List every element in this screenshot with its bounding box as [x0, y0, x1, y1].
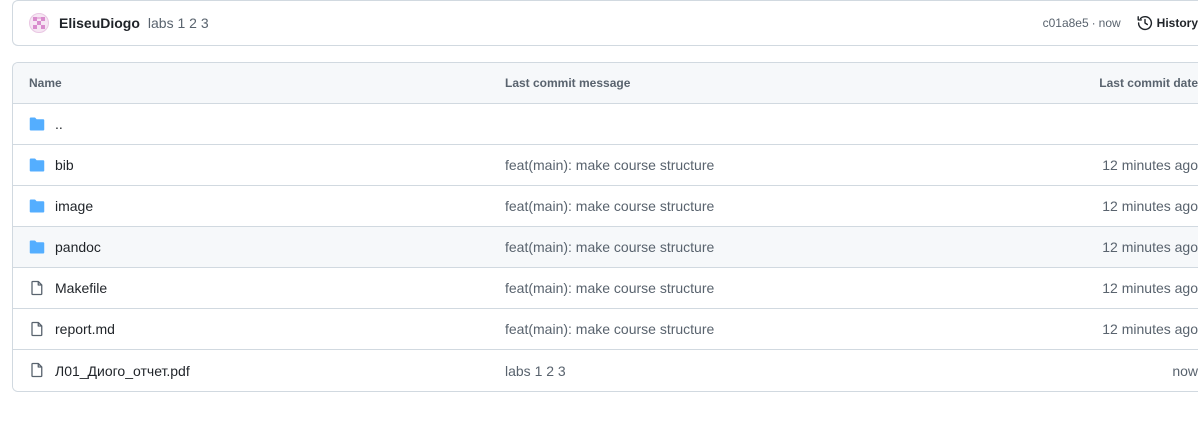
file-icon	[29, 321, 45, 337]
author-avatar[interactable]	[29, 13, 49, 33]
commit-author-link[interactable]: EliseuDiogo	[59, 15, 140, 31]
commit-meta: c01a8e5 · now History	[1043, 1, 1198, 45]
table-row[interactable]: image feat(main): make course structure 12…	[13, 186, 1198, 227]
row-commit-message-link[interactable]: feat(main): make course structure	[505, 321, 714, 337]
row-commit-message-link[interactable]: labs 1 2 3	[505, 363, 566, 379]
folder-icon	[29, 157, 45, 173]
meta-separator: ·	[1091, 16, 1096, 30]
file-name-link[interactable]: Makefile	[55, 280, 107, 296]
row-commit-date: 12 minutes ago	[1102, 239, 1198, 255]
avatar-identicon	[33, 17, 45, 29]
row-commit-message-link[interactable]: feat(main): make course structure	[505, 280, 714, 296]
file-name-link[interactable]: Л01_Диого_отчет.pdf	[55, 363, 190, 379]
table-row[interactable]: ..	[13, 104, 1198, 145]
folder-icon	[29, 239, 45, 255]
latest-commit-bar: EliseuDiogo labs 1 2 3 c01a8e5 · now His…	[12, 0, 1198, 46]
history-button[interactable]: History	[1137, 15, 1198, 31]
file-name-link[interactable]: ..	[55, 116, 63, 132]
header-date: Last commit date	[1099, 76, 1198, 90]
file-name-link[interactable]: image	[55, 198, 93, 214]
commit-time: now	[1098, 16, 1121, 30]
row-commit-date: 12 minutes ago	[1102, 157, 1198, 173]
commit-sha-link[interactable]: c01a8e5	[1043, 16, 1089, 30]
row-commit-message-link[interactable]: feat(main): make course structure	[505, 157, 714, 173]
commit-message-link[interactable]: labs 1 2 3	[148, 15, 209, 31]
row-commit-date: 12 minutes ago	[1102, 198, 1198, 214]
row-commit-message-link[interactable]: feat(main): make course structure	[505, 239, 714, 255]
table-header: Name Last commit message Last commit dat…	[13, 63, 1198, 104]
file-icon	[29, 362, 45, 378]
file-name-link[interactable]: report.md	[55, 321, 115, 337]
folder-icon	[29, 198, 45, 214]
row-commit-date: 12 minutes ago	[1102, 280, 1198, 296]
header-message: Last commit message	[505, 76, 631, 90]
row-commit-date: 12 minutes ago	[1102, 321, 1198, 337]
table-row[interactable]: Л01_Диого_отчет.pdf labs 1 2 3 now	[13, 350, 1198, 391]
table-row[interactable]: pandoc feat(main): make course structure 1…	[13, 227, 1198, 268]
table-row[interactable]: bib feat(main): make course structure 12 m…	[13, 145, 1198, 186]
history-label: History	[1156, 16, 1198, 30]
file-icon	[29, 280, 45, 296]
header-name: Name	[29, 76, 62, 90]
history-icon	[1137, 16, 1152, 31]
file-table: Name Last commit message Last commit dat…	[12, 62, 1198, 392]
table-row[interactable]: report.md feat(main): make course structu…	[13, 309, 1198, 350]
table-row[interactable]: Makefile feat(main): make course structur…	[13, 268, 1198, 309]
folder-icon	[29, 116, 45, 132]
row-commit-date: now	[1172, 362, 1198, 379]
file-name-link[interactable]: bib	[55, 157, 74, 173]
row-commit-message-link[interactable]: feat(main): make course structure	[505, 198, 714, 214]
file-name-link[interactable]: pandoc	[55, 239, 101, 255]
